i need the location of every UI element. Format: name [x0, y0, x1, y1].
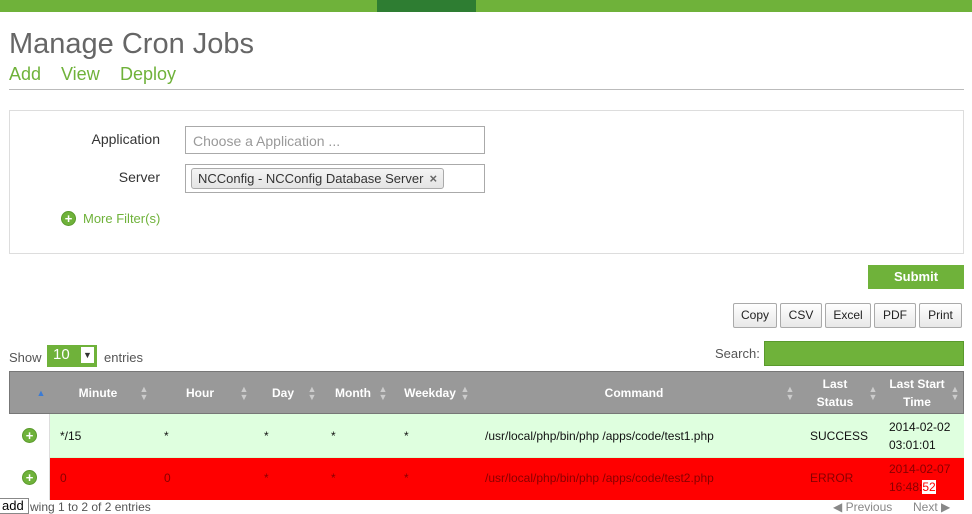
sort-icon[interactable]: ▲ ▼ — [239, 371, 249, 414]
column-weekday[interactable]: Weekday — [400, 371, 460, 414]
column-month[interactable]: Month — [330, 371, 376, 414]
cell-weekday: * — [404, 471, 409, 485]
cell-time-date: 2014-02-07 — [889, 462, 951, 476]
search-input[interactable] — [764, 341, 964, 366]
cell-time-clock: 03:01:01 — [889, 438, 936, 452]
copy-button[interactable]: Copy — [733, 303, 777, 328]
sort-asc-icon[interactable]: ▲ — [36, 371, 46, 414]
top-nav-active-tab[interactable] — [377, 0, 476, 12]
csv-button[interactable]: CSV — [780, 303, 822, 328]
pdf-button[interactable]: PDF — [874, 303, 916, 328]
cell-minute: */15 — [60, 429, 82, 443]
plus-circle-icon[interactable]: + — [22, 428, 37, 443]
sort-icon[interactable]: ▲ ▼ — [139, 371, 149, 414]
cell-hour: * — [164, 429, 169, 443]
show-label: Show — [9, 350, 42, 365]
sort-icon[interactable]: ▲ ▼ — [950, 371, 960, 414]
sort-icon[interactable]: ▲ ▼ — [378, 371, 388, 414]
top-nav-bar — [0, 0, 972, 12]
print-button[interactable]: Print — [919, 303, 962, 328]
plus-circle-icon[interactable]: + — [61, 211, 76, 226]
more-filters-link[interactable]: More Filter(s) — [83, 211, 160, 226]
cell-month: * — [331, 471, 336, 485]
column-last-status[interactable]: Last Status — [805, 371, 865, 414]
nav-link-deploy[interactable]: Deploy — [120, 64, 176, 85]
sort-icon[interactable]: ▲ ▼ — [868, 371, 878, 414]
chevron-down-icon[interactable]: ▼ — [81, 347, 94, 363]
cell-month: * — [331, 429, 336, 443]
sort-icon[interactable]: ▲ ▼ — [307, 371, 317, 414]
cell-command: /usr/local/php/bin/php /apps/code/test2.… — [485, 471, 714, 485]
plus-circle-icon[interactable]: + — [22, 470, 37, 485]
server-label: Server — [118, 169, 160, 185]
cell-time-seconds: 52 — [922, 480, 936, 494]
application-label: Application — [91, 131, 161, 147]
page-title: Manage Cron Jobs — [9, 28, 255, 60]
column-command[interactable]: Command — [480, 371, 788, 414]
cell-command: /usr/local/php/bin/php /apps/code/test1.… — [485, 429, 714, 443]
column-last-status-line1: Last — [822, 376, 848, 391]
cell-time-clock: 16:48:52 — [889, 480, 936, 494]
cell-status: SUCCESS — [810, 429, 869, 443]
entries-label: entries — [104, 350, 144, 365]
application-select[interactable]: Choose a Application ... — [185, 126, 485, 154]
column-hour[interactable]: Hour — [165, 371, 235, 414]
column-last-start-line1: Last Start — [889, 376, 945, 391]
column-last-start-line2: Time — [903, 394, 931, 409]
cell-day: * — [264, 429, 269, 443]
excel-button[interactable]: Excel — [825, 303, 871, 328]
column-day[interactable]: Day — [263, 371, 303, 414]
sort-icon[interactable]: ▲ ▼ — [785, 371, 795, 414]
submit-button[interactable]: Submit — [868, 265, 964, 289]
cell-minute: 0 — [60, 471, 67, 485]
cell-time-clock-main: 16:48: — [889, 480, 923, 494]
server-chip: NCConfig - NCConfig Database Server × — [191, 168, 445, 189]
remove-icon[interactable]: × — [429, 171, 437, 186]
column-minute[interactable]: Minute — [60, 371, 136, 414]
cell-weekday: * — [404, 429, 409, 443]
cell-day: * — [264, 471, 269, 485]
cell-time-date: 2014-02-02 — [889, 420, 951, 434]
cell-hour: 0 — [164, 471, 171, 485]
cell-status: ERROR — [810, 471, 854, 485]
search-label: Search: — [715, 346, 760, 361]
sort-icon[interactable]: ▲ ▼ — [460, 371, 470, 414]
column-last-status-line2: Status — [816, 394, 854, 409]
nav-link-add[interactable]: Add — [9, 64, 41, 85]
title-divider — [9, 89, 964, 90]
nav-link-view[interactable]: View — [61, 64, 100, 85]
server-chip-label: NCConfig - NCConfig Database Server — [198, 171, 424, 186]
column-last-start-time[interactable]: Last Start Time — [882, 371, 952, 414]
